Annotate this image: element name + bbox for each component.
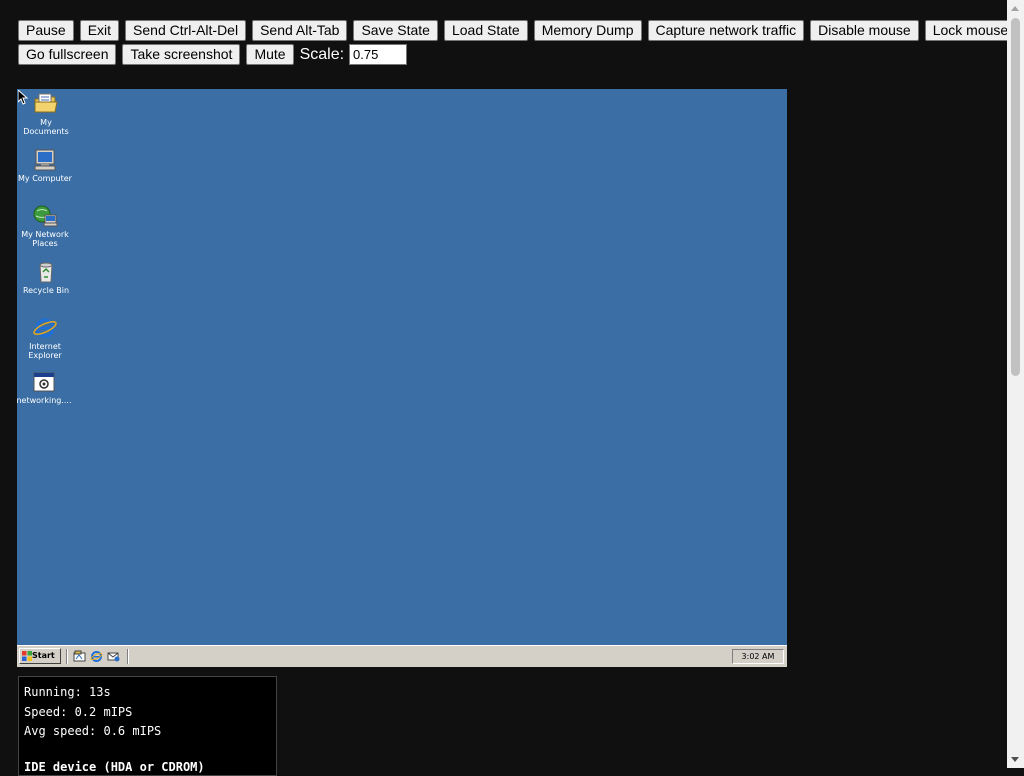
fullscreen-button[interactable]: Go fullscreen [18, 44, 116, 65]
windows-logo-icon [22, 651, 32, 661]
desktop-icon-label: My Documents [17, 118, 75, 136]
desktop-icon-my-network-places[interactable]: My Network Places [17, 204, 74, 248]
ide-device-heading: IDE device (HDA or CDROM) [24, 758, 271, 776]
taskbar: Start 3:02 AM [17, 645, 787, 667]
show-desktop-icon[interactable] [73, 650, 86, 663]
toolbar-row-2: Go fullscreen Take screenshot Mute Scale: [18, 44, 998, 68]
mouse-cursor-icon [18, 90, 28, 106]
internet-explorer-quicklaunch-icon[interactable] [90, 650, 103, 663]
desktop-icon-label: networking.... [17, 396, 73, 405]
save-state-button[interactable]: Save State [353, 20, 438, 41]
start-label: Start [32, 651, 55, 660]
desktop-icon-internet-explorer[interactable]: Internet Explorer [17, 316, 74, 360]
running-time: Running: 13s [24, 683, 271, 703]
desktop-icon-recycle-bin[interactable]: Recycle Bin [17, 260, 75, 295]
taskbar-separator [66, 649, 68, 664]
page-scrollbar[interactable] [1007, 0, 1024, 768]
folder-documents-icon [33, 92, 59, 116]
scroll-up-arrow-icon[interactable] [1011, 6, 1019, 11]
outlook-express-icon[interactable] [107, 650, 120, 663]
disable-mouse-button[interactable]: Disable mouse [810, 20, 919, 41]
script-file-icon [31, 370, 57, 394]
send-ctrl-alt-del-button[interactable]: Send Ctrl-Alt-Del [125, 20, 246, 41]
mute-button[interactable]: Mute [246, 44, 293, 65]
desktop-icon-label: My Network Places [17, 230, 74, 248]
computer-icon [32, 148, 58, 172]
load-state-button[interactable]: Load State [444, 20, 528, 41]
avg-speed-readout: Avg speed: 0.6 mIPS [24, 722, 271, 742]
system-tray-clock: 3:02 AM [732, 649, 784, 664]
spacer [24, 742, 271, 758]
take-screenshot-button[interactable]: Take screenshot [122, 44, 240, 65]
taskbar-separator [127, 649, 129, 664]
memory-dump-button[interactable]: Memory Dump [534, 20, 642, 41]
emulator-screen[interactable]: My Documents My Computer My Network Plac… [17, 89, 787, 667]
desktop-icon-label: My Computer [17, 174, 74, 183]
scroll-down-arrow-icon[interactable] [1011, 757, 1019, 762]
emulator-toolbar: Pause Exit Send Ctrl-Alt-Del Send Alt-Tab Sa… [18, 20, 998, 68]
network-places-icon [32, 204, 58, 228]
lock-mouse-button[interactable]: Lock mouse [925, 20, 1016, 41]
internet-explorer-icon [32, 316, 58, 340]
start-button[interactable]: Start [19, 648, 61, 664]
desktop-icon-label: Recycle Bin [17, 286, 75, 295]
desktop-icon-my-computer[interactable]: My Computer [17, 148, 74, 183]
pause-button[interactable]: Pause [18, 20, 74, 41]
exit-button[interactable]: Exit [80, 20, 119, 41]
scrollbar-thumb[interactable] [1011, 18, 1020, 376]
capture-network-traffic-button[interactable]: Capture network traffic [648, 20, 805, 41]
recycle-bin-icon [33, 260, 59, 284]
status-panel: Running: 13s Speed: 0.2 mIPS Avg speed: … [18, 676, 277, 776]
send-alt-tab-button[interactable]: Send Alt-Tab [252, 20, 347, 41]
scale-label: Scale: [300, 44, 344, 65]
toolbar-row-1: Pause Exit Send Ctrl-Alt-Del Send Alt-Tab Sa… [18, 20, 998, 44]
desktop-icon-networking-script[interactable]: networking.... [17, 370, 73, 405]
speed-readout: Speed: 0.2 mIPS [24, 703, 271, 723]
scale-input[interactable] [349, 44, 407, 65]
desktop-icon-label: Internet Explorer [17, 342, 74, 360]
